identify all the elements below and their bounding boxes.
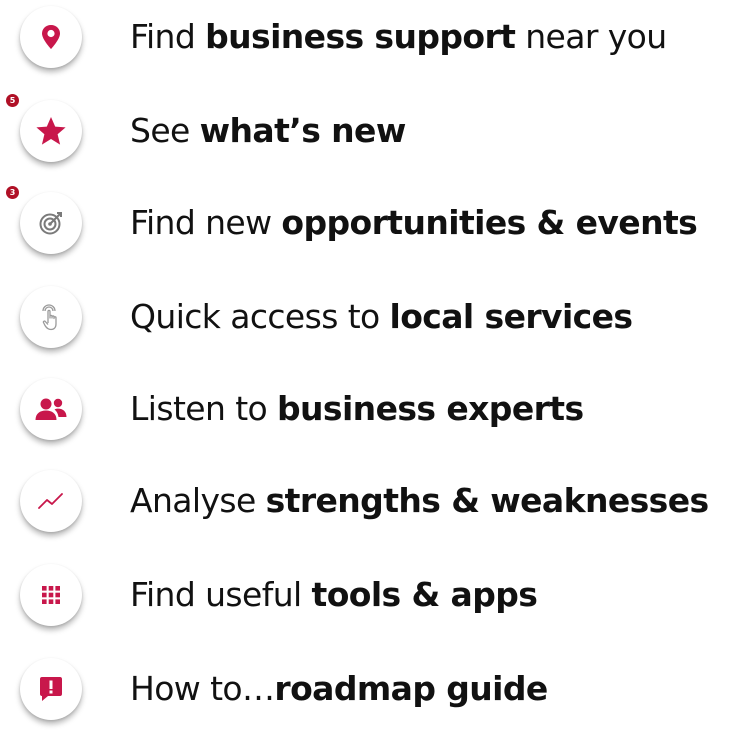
notification-badge: 5 xyxy=(6,94,19,107)
menu-item-strengths-weaknesses[interactable]: Analyse strengths & weaknesses xyxy=(0,464,746,544)
grid-apps-icon xyxy=(42,586,60,604)
menu-item-label: Analyse strengths & weaknesses xyxy=(130,480,709,522)
label-bold: roadmap guide xyxy=(274,669,548,708)
people-icon xyxy=(35,398,67,420)
location-pin-icon xyxy=(42,25,60,49)
menu-item-label: Quick access to local services xyxy=(130,296,634,338)
feature-menu: Find business support near you 5 See wha… xyxy=(0,0,746,735)
menu-item-label: See what’s new xyxy=(130,110,406,152)
menu-item-label: Find business support near you xyxy=(130,16,667,58)
icon-circle xyxy=(20,378,82,440)
menu-item-opportunities-events[interactable]: 3 Find new opportunities & events xyxy=(0,186,746,266)
label-bold: business experts xyxy=(277,389,584,428)
alert-speech-bubble-icon xyxy=(40,677,62,701)
menu-item-whats-new[interactable]: 5 See what’s new xyxy=(0,94,746,174)
notification-badge: 3 xyxy=(6,186,19,199)
label-prefix: Quick access to xyxy=(130,297,390,336)
label-bold: what’s new xyxy=(199,111,407,150)
label-bold: business support xyxy=(205,17,516,56)
icon-circle xyxy=(20,286,82,348)
label-prefix: Find new xyxy=(130,203,282,242)
star-icon xyxy=(36,117,66,145)
label-bold: tools & apps xyxy=(311,575,538,614)
icon-container: 3 xyxy=(6,186,86,258)
icon-container xyxy=(20,6,86,72)
label-prefix: Find useful xyxy=(130,575,312,614)
icon-circle xyxy=(20,192,82,254)
trend-line-icon xyxy=(38,493,63,509)
label-bold: strengths & weaknesses xyxy=(265,481,710,520)
menu-item-tools-apps[interactable]: Find useful tools & apps xyxy=(0,558,746,638)
target-icon xyxy=(39,212,62,235)
label-prefix: How to… xyxy=(130,669,275,708)
menu-item-label: How to…roadmap guide xyxy=(130,668,548,710)
menu-item-label: Listen to business experts xyxy=(130,388,584,430)
label-prefix: Listen to xyxy=(130,389,278,428)
label-prefix: Find xyxy=(130,17,206,56)
menu-item-label: Find new opportunities & events xyxy=(130,202,698,244)
icon-container xyxy=(20,286,86,352)
menu-item-label: Find useful tools & apps xyxy=(130,574,538,616)
label-bold: local services xyxy=(389,297,634,336)
icon-container xyxy=(20,470,86,536)
label-prefix: Analyse xyxy=(130,481,266,520)
icon-circle xyxy=(20,6,82,68)
icon-container xyxy=(20,658,86,724)
label-prefix: See xyxy=(130,111,200,150)
icon-container xyxy=(20,378,86,444)
icon-circle xyxy=(20,658,82,720)
icon-circle xyxy=(20,564,82,626)
icon-container: 5 xyxy=(6,94,86,166)
label-bold: opportunities & events xyxy=(281,203,698,242)
menu-item-business-experts[interactable]: Listen to business experts xyxy=(0,372,746,452)
touch-hand-icon xyxy=(42,304,57,331)
menu-item-business-support[interactable]: Find business support near you xyxy=(0,0,746,80)
label-suffix: near you xyxy=(515,17,667,56)
icon-container xyxy=(20,564,86,630)
menu-item-local-services[interactable]: Quick access to local services xyxy=(0,280,746,360)
menu-item-roadmap-guide[interactable]: How to…roadmap guide xyxy=(0,652,746,732)
icon-circle xyxy=(20,470,82,532)
icon-circle xyxy=(20,100,82,162)
